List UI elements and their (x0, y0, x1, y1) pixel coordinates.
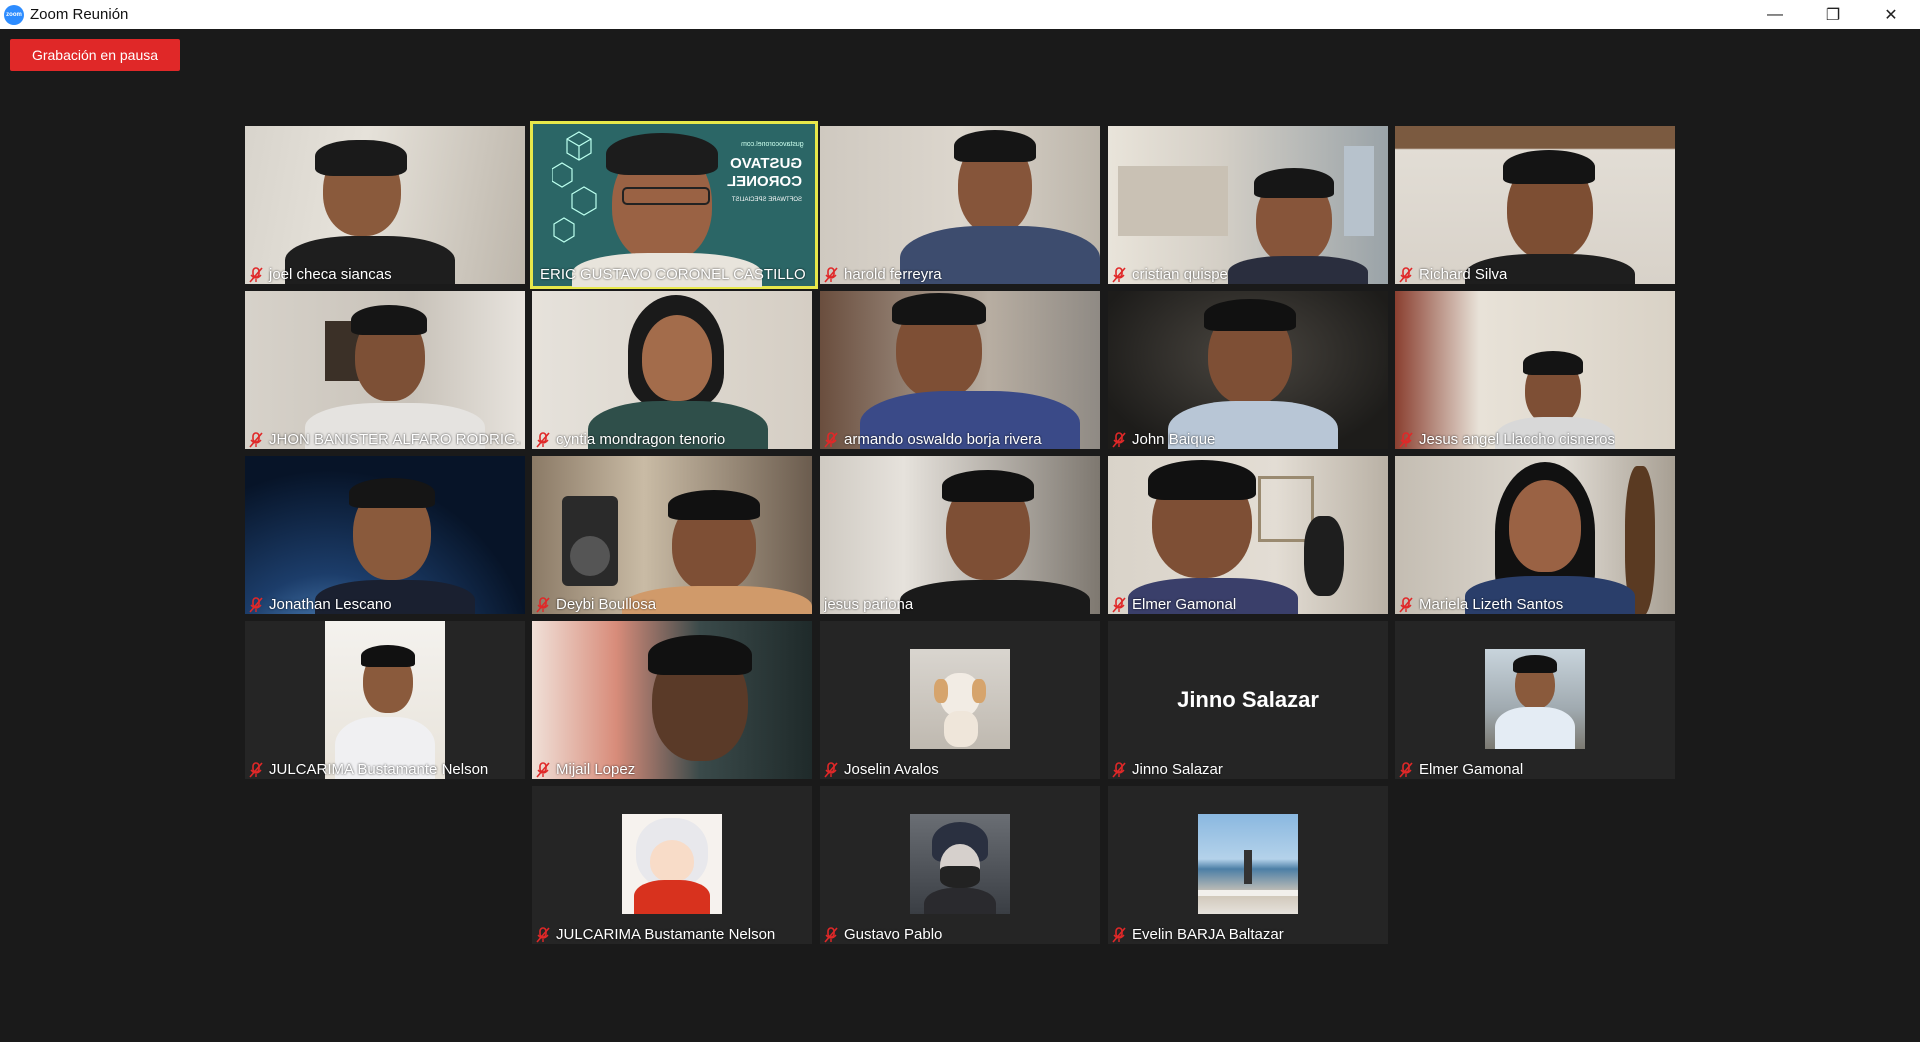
muted-mic-icon (1112, 431, 1126, 448)
cube-icons (552, 131, 597, 243)
background-text: CORONEL (727, 173, 802, 190)
background-text: GUSTAVO (730, 155, 802, 172)
participant-name: Evelin BARJA Baltazar (1132, 926, 1284, 943)
muted-mic-icon (824, 266, 838, 283)
minimize-button[interactable]: — (1746, 0, 1804, 29)
participant-name: JULCARIMA Bustamante Nelson (269, 761, 489, 778)
participant-name: armando oswaldo borja rivera (844, 431, 1042, 448)
participant-tile[interactable]: cristian quispe (1108, 126, 1388, 284)
participant-name: JHON BANISTER ALFARO RODRIG... (269, 431, 521, 448)
muted-mic-icon (1112, 596, 1126, 613)
muted-mic-icon (249, 761, 263, 778)
participant-name: Elmer Gamonal (1419, 761, 1524, 778)
participant-name: Joselin Avalos (844, 761, 939, 778)
participant-name: Deybi Boullosa (556, 596, 657, 613)
participant-name: ERIC GUSTAVO CORONEL CASTILLO (540, 266, 806, 283)
beach-avatar-image (1198, 814, 1298, 914)
participant-video (642, 315, 712, 401)
participant-tile[interactable]: Mariela Lizeth Santos (1395, 456, 1675, 614)
participant-name: Jinno Salazar (1132, 761, 1223, 778)
muted-mic-icon (536, 761, 550, 778)
muted-mic-icon (1399, 266, 1413, 283)
participant-video (1509, 480, 1581, 572)
participant-tile[interactable]: Mijail Lopez (532, 621, 812, 779)
muted-mic-icon (1112, 266, 1126, 283)
participant-name: Jonathan Lescano (269, 596, 392, 613)
muted-mic-icon (249, 431, 263, 448)
participant-name: jesus pariona (824, 596, 914, 613)
background-text: gustavocoronel.com (741, 141, 804, 148)
zoom-logo-icon: zoom (4, 4, 24, 25)
participant-tile[interactable]: JULCARIMA Bustamante Nelson (532, 786, 812, 944)
participant-name: joel checa siancas (269, 266, 392, 283)
participant-tile[interactable]: Elmer Gamonal (1108, 456, 1388, 614)
participant-name: Mariela Lizeth Santos (1419, 596, 1564, 613)
muted-mic-icon (1112, 926, 1126, 943)
participant-name: cyntia mondragon tenorio (556, 431, 726, 448)
participant-tile[interactable]: Jesus angel Llaccho cisneros (1395, 291, 1675, 449)
muted-mic-icon (249, 266, 263, 283)
participant-name: JULCARIMA Bustamante Nelson (556, 926, 776, 943)
masked-avatar-image (910, 814, 1010, 914)
muted-mic-icon (249, 596, 263, 613)
participant-tile[interactable]: armando oswaldo borja rivera (820, 291, 1100, 449)
participant-tile[interactable]: Jonathan Lescano (245, 456, 525, 614)
recording-paused-button[interactable]: Grabación en pausa (10, 39, 180, 71)
participant-tile[interactable]: Gustavo Pablo (820, 786, 1100, 944)
participant-name: Richard Silva (1419, 266, 1508, 283)
participant-name: Elmer Gamonal (1132, 596, 1237, 613)
participant-tile[interactable]: jesus pariona (820, 456, 1100, 614)
muted-mic-icon (1112, 761, 1126, 778)
participant-tile[interactable]: JHON BANISTER ALFARO RODRIG... (245, 291, 525, 449)
participant-tile[interactable]: Deybi Boullosa (532, 456, 812, 614)
participant-tile[interactable]: joel checa siancas (245, 126, 525, 284)
muted-mic-icon (1399, 761, 1413, 778)
close-button[interactable]: ✕ (1862, 0, 1920, 29)
muted-mic-icon (1399, 431, 1413, 448)
anime-avatar-image (622, 814, 722, 914)
participant-tile[interactable]: Joselin Avalos (820, 621, 1100, 779)
muted-mic-icon (824, 431, 838, 448)
participant-tile[interactable]: harold ferreyra (820, 126, 1100, 284)
muted-mic-icon (536, 596, 550, 613)
muted-mic-icon (536, 431, 550, 448)
muted-mic-icon (1399, 596, 1413, 613)
person-avatar-image (1485, 649, 1585, 749)
participant-display-name: Jinno Salazar (1177, 687, 1319, 712)
participant-video (325, 621, 445, 779)
participant-tile[interactable]: Evelin BARJA Baltazar (1108, 786, 1388, 944)
participant-tile-active-speaker[interactable]: GUSTAVO CORONEL SOFTWARE SPECIALIST gust… (530, 121, 818, 289)
participant-name: harold ferreyra (844, 266, 942, 283)
dog-avatar-image (910, 649, 1010, 749)
background-text: SOFTWARE SPECIALIST (731, 197, 802, 203)
muted-mic-icon (824, 761, 838, 778)
window-controls: — ❐ ✕ (1746, 0, 1920, 29)
participant-tile[interactable]: Elmer Gamonal (1395, 621, 1675, 779)
title-bar: zoom Zoom Reunión — ❐ ✕ (0, 0, 1920, 29)
participant-name: cristian quispe (1132, 266, 1228, 283)
muted-mic-icon (824, 926, 838, 943)
participant-tile[interactable]: John Baique (1108, 291, 1388, 449)
participant-tile[interactable]: cyntia mondragon tenorio (532, 291, 812, 449)
participant-name: Jesus angel Llaccho cisneros (1419, 431, 1615, 448)
participant-tile[interactable]: JULCARIMA Bustamante Nelson (245, 621, 525, 779)
participant-tile[interactable]: Jinno Salazar Jinno Salazar (1108, 621, 1388, 779)
muted-mic-icon (536, 926, 550, 943)
window-title: Zoom Reunión (30, 6, 129, 23)
participant-tile[interactable]: Richard Silva (1395, 126, 1675, 284)
participant-name: Gustavo Pablo (844, 926, 943, 943)
restore-button[interactable]: ❐ (1804, 0, 1862, 29)
participant-name: John Baique (1132, 431, 1216, 448)
participant-name: Mijail Lopez (556, 761, 636, 778)
